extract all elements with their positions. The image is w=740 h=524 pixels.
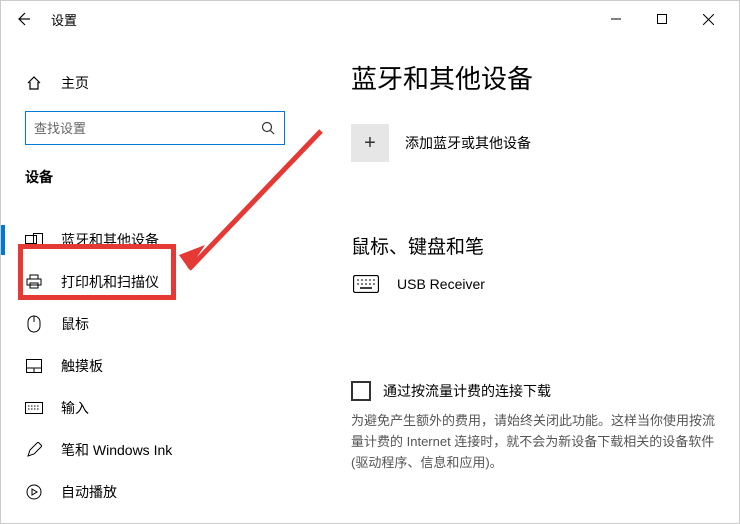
- back-button[interactable]: [9, 5, 37, 33]
- search-input[interactable]: [34, 121, 261, 136]
- checkbox-label: 通过按流量计费的连接下载: [383, 381, 551, 401]
- nav-label: 蓝牙和其他设备: [61, 230, 159, 250]
- nav-label: 自动播放: [61, 482, 117, 502]
- sidebar: 主页 设备 蓝牙和其他设备 打印机和扫描仪: [1, 37, 319, 523]
- autoplay-icon: [25, 484, 43, 500]
- mouse-icon: [25, 315, 43, 333]
- window-title: 设置: [51, 10, 77, 29]
- nav-label: 打印机和扫描仪: [61, 272, 159, 292]
- nav-label: 输入: [61, 398, 89, 418]
- search-box[interactable]: [25, 111, 285, 145]
- nav-bluetooth-devices[interactable]: 蓝牙和其他设备: [1, 219, 318, 261]
- device-usb-receiver[interactable]: USB Receiver: [351, 275, 719, 293]
- nav-autoplay[interactable]: 自动播放: [1, 471, 318, 513]
- nav-mouse[interactable]: 鼠标: [1, 303, 318, 345]
- section-devices: 设备: [25, 167, 318, 187]
- content-pane: 蓝牙和其他设备 + 添加蓝牙或其他设备 鼠标、键盘和笔 USB Receiver…: [319, 37, 739, 523]
- nav-label: 笔和 Windows Ink: [61, 440, 172, 460]
- maximize-button[interactable]: [639, 3, 685, 35]
- keyboard-icon: [353, 275, 377, 293]
- nav-pen-ink[interactable]: 笔和 Windows Ink: [1, 429, 318, 471]
- close-button[interactable]: [685, 3, 731, 35]
- search-icon: [261, 121, 276, 136]
- minimize-button[interactable]: [593, 3, 639, 35]
- printer-icon: [25, 274, 43, 290]
- plus-icon: +: [364, 132, 376, 155]
- devices-icon: [25, 233, 43, 247]
- nav-printers-scanners[interactable]: 打印机和扫描仪: [1, 261, 318, 303]
- nav-label: 鼠标: [61, 314, 89, 334]
- add-device-label: 添加蓝牙或其他设备: [405, 133, 531, 153]
- add-device-row[interactable]: + 添加蓝牙或其他设备: [351, 124, 719, 162]
- pen-icon: [25, 442, 43, 458]
- page-heading: 蓝牙和其他设备: [351, 59, 719, 96]
- keyboard-icon: [25, 402, 43, 414]
- nav-label: 触摸板: [61, 356, 103, 376]
- metered-download-description: 为避免产生额外的费用，请始终关闭此功能。这样当你使用按流量计费的 Interne…: [351, 411, 719, 473]
- nav-touchpad[interactable]: 触摸板: [1, 345, 318, 387]
- home-label: 主页: [61, 73, 89, 93]
- home-link[interactable]: 主页: [1, 63, 318, 103]
- home-icon: [25, 75, 43, 91]
- metered-download-checkbox-row[interactable]: 通过按流量计费的连接下载: [351, 381, 719, 401]
- add-device-button[interactable]: +: [351, 124, 389, 162]
- nav-typing[interactable]: 输入: [1, 387, 318, 429]
- touchpad-icon: [25, 359, 43, 373]
- device-label: USB Receiver: [397, 276, 485, 292]
- section-mouse-keyboard-pen: 鼠标、键盘和笔: [351, 232, 719, 259]
- checkbox[interactable]: [351, 381, 371, 401]
